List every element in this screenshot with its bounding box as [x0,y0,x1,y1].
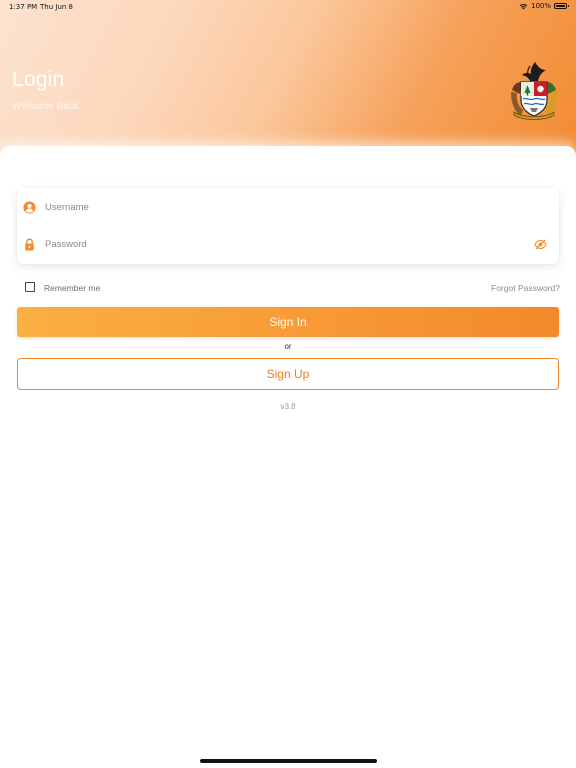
credentials-group [17,188,559,264]
remember-checkbox[interactable] [25,282,35,292]
password-field[interactable] [17,225,559,263]
password-input[interactable] [45,234,525,254]
person-circle-icon [23,200,36,214]
home-indicator [200,759,377,763]
remember-row: Remember me Forgot Password? [25,281,560,295]
eye-slash-icon[interactable] [534,238,547,250]
sign-in-button[interactable]: Sign In [17,307,559,337]
status-time: 1:37 PM [9,3,38,11]
remember-label: Remember me [44,283,101,293]
status-bar: 1:37 PM Thu Jun 8 100% [0,0,576,14]
or-divider: or [33,341,543,353]
sign-up-button[interactable]: Sign Up [17,358,559,390]
forgot-password-link[interactable]: Forgot Password? [491,283,560,293]
crest-logo-icon [511,62,557,120]
username-field[interactable] [17,188,559,226]
page-subtitle: Welcome Back [12,101,79,112]
page-title: Login [12,68,65,91]
status-date: Thu Jun 8 [40,3,73,11]
version-label: v3.8 [280,402,296,411]
username-input[interactable] [45,197,525,217]
wifi-icon [519,3,528,9]
divider-line-right [303,347,543,348]
battery-icon [554,3,569,9]
battery-percent: 100% [530,2,551,10]
lock-icon [25,238,34,251]
status-right: 100% [519,2,569,10]
